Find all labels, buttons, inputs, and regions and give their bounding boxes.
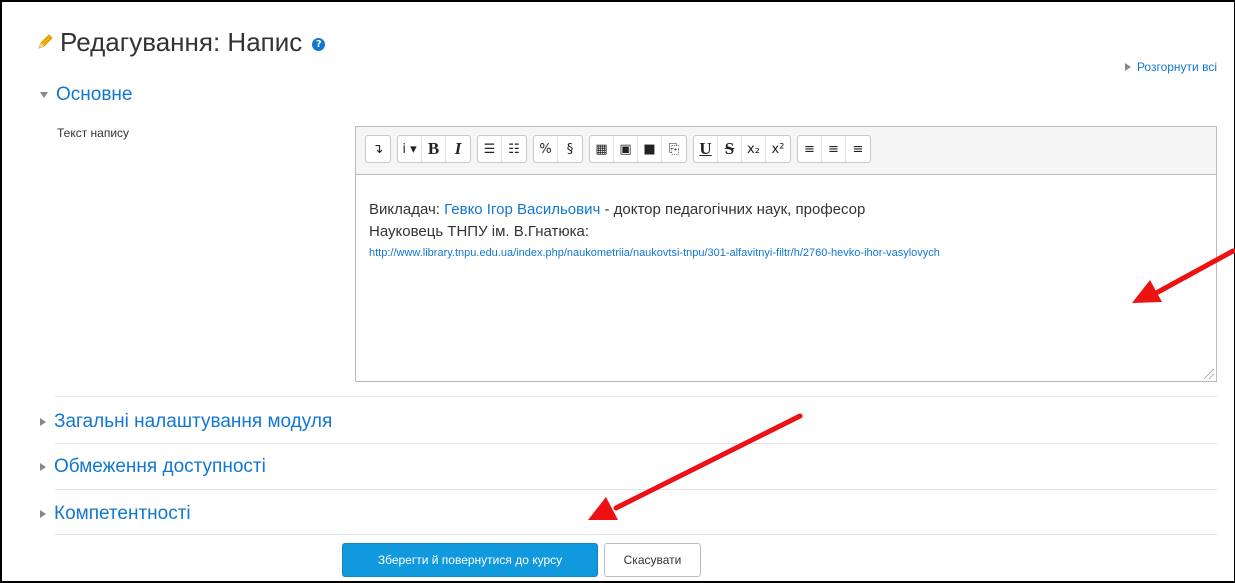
annotation-arrows <box>588 248 1235 520</box>
annotation-arrow <box>588 413 803 520</box>
annotation-arrow <box>1132 248 1235 303</box>
